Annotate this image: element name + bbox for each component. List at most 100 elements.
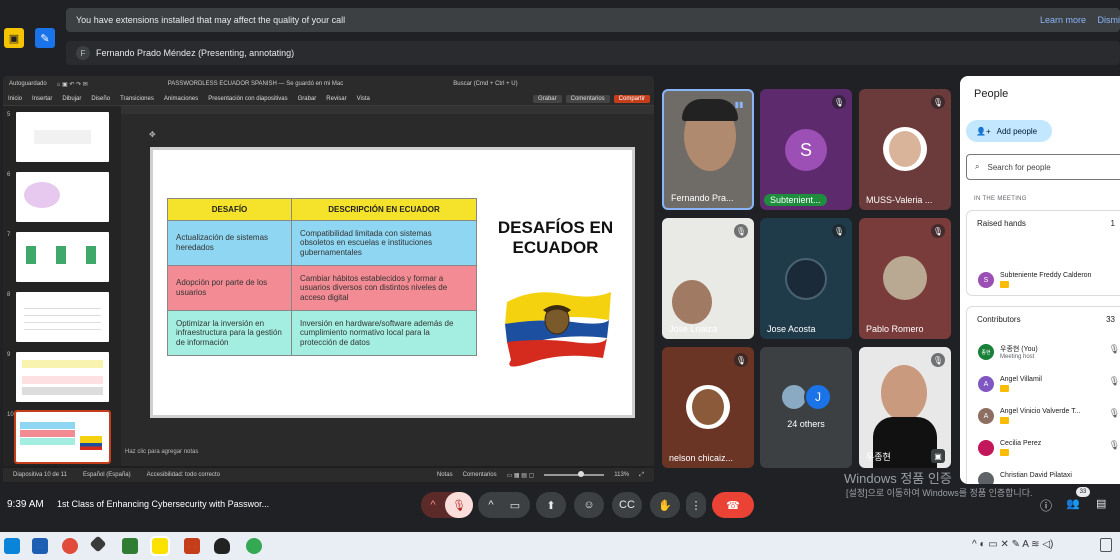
chat-icon[interactable]: ▤ [1096, 497, 1106, 510]
presenter-text: Fernando Prado Méndez (Presenting, annot… [96, 48, 295, 58]
learn-more-link[interactable]: Learn more [1040, 15, 1086, 25]
thumb-image [16, 232, 109, 282]
view-icons[interactable]: ▭ ▦ ▤ ▢ [507, 472, 535, 479]
pin-icon[interactable]: ▣ [931, 449, 945, 463]
tray-icons[interactable]: ^ ◐ ▭ ✕ ✎ A ≋ ◁) [972, 539, 1053, 550]
participant-tile[interactable]: 🎙 MUSS-Valeria ... [859, 89, 951, 210]
participant-avatar: J [804, 383, 832, 411]
thumbnail-slide[interactable]: 7 [3, 230, 121, 284]
mic-off-icon: 🎙 [832, 95, 846, 109]
notes-button[interactable]: Notas [437, 472, 453, 478]
participant-tile[interactable]: ▮▮ Fernando Pra... [662, 89, 754, 210]
ppt-search[interactable]: Buscar (Cmd + Ctrl + U) [453, 81, 517, 87]
camera-options-chevron-icon[interactable]: ^ [480, 499, 502, 511]
search-icon: ⌕ [975, 162, 980, 171]
chrome-canary-icon[interactable] [246, 538, 262, 554]
comments-button[interactable]: Comentarios [565, 94, 610, 103]
participant-tile[interactable]: S 🎙 Subtenient... [760, 89, 852, 210]
people-icon[interactable]: 👥 [1066, 497, 1080, 510]
info-icon[interactable]: ⓘ [1040, 497, 1052, 514]
presenter-avatar: F [76, 46, 90, 60]
participant-tile[interactable]: 🎙 Jose Loaiza [662, 218, 754, 339]
menu-grabar[interactable]: Grabar [298, 96, 317, 102]
slide-editor[interactable]: ✥ DESAFÍO DESCRIPCIÓN EN ECUADOR Actuali… [121, 106, 654, 466]
mic-options-chevron-icon[interactable]: ^ [421, 499, 445, 511]
fit-icon[interactable]: ⤢ [639, 472, 644, 479]
contributor-item[interactable]: A Angel Villamil 🎙 [978, 376, 1120, 394]
camera-button[interactable]: ▭ [502, 499, 528, 512]
reactions-button[interactable]: ☺ [574, 492, 604, 518]
thumbnail-slide[interactable]: 5 [3, 110, 121, 164]
comments-status-button[interactable]: Comentarios [463, 472, 497, 478]
menu-inicio[interactable]: Inicio [8, 96, 22, 102]
store-icon[interactable] [32, 538, 48, 554]
participant-tile[interactable]: 🎙 Pablo Romero [859, 218, 951, 339]
participant-name: Pablo Romero [866, 324, 924, 334]
mic-off-icon[interactable]: 🎙 [1109, 344, 1120, 355]
mic-off-icon[interactable]: 🎙 [1109, 408, 1120, 419]
menu-dibujar[interactable]: Dibujar [62, 96, 81, 102]
participant-avatar [785, 258, 827, 300]
language-status[interactable]: Español (España) [83, 472, 131, 478]
thumbnail-slide-selected[interactable]: 10 [3, 410, 121, 464]
zoom-slider[interactable] [544, 471, 605, 477]
menu-insertar[interactable]: Insertar [32, 96, 52, 102]
menu-transiciones[interactable]: Transiciones [120, 96, 154, 102]
notepad-icon[interactable] [122, 538, 138, 554]
mic-off-button[interactable]: 🎙 [445, 492, 473, 518]
linux-icon[interactable] [214, 538, 230, 554]
thumbnail-slide[interactable]: 6 [3, 170, 121, 224]
emoji-icon: ☺ [583, 499, 595, 511]
zoom-level[interactable]: 113% [614, 472, 629, 478]
slide[interactable]: DESAFÍO DESCRIPCIÓN EN ECUADOR Actualiza… [150, 147, 635, 418]
ruler [121, 106, 654, 114]
accessibility-status[interactable]: Accesibilidad: todo correcto [147, 472, 220, 478]
menu-diseno[interactable]: Diseño [91, 96, 110, 102]
record-button[interactable]: Grabar [532, 94, 562, 103]
table-cell: Cambiar hábitos establecidos y formar a … [291, 265, 477, 311]
end-call-button[interactable]: ☎ [712, 492, 754, 518]
participant-tile[interactable]: 🎙 nelson chicaiz... [662, 347, 754, 468]
participant-tile[interactable]: 🎙 우종현 ▣ [859, 347, 951, 468]
menu-vista[interactable]: Vista [357, 96, 370, 102]
contributor-item[interactable]: 종현 우종현 (You) Meeting host 🎙 [978, 344, 1120, 360]
edge-icon[interactable] [4, 538, 20, 554]
presenter-banner: F Fernando Prado Méndez (Presenting, ann… [66, 41, 1120, 65]
raise-hand-button[interactable]: ✋ [650, 492, 680, 518]
presentation-icon[interactable]: ▣ [4, 28, 24, 48]
edit-icon[interactable]: ✎ [35, 28, 55, 48]
thumb-number: 5 [7, 112, 11, 118]
participant-tile[interactable]: 🎙 Jose Acosta [760, 218, 852, 339]
others-tile[interactable]: J 24 others [760, 347, 852, 468]
present-button[interactable]: ⬆ [536, 492, 566, 518]
chrome-icon[interactable] [62, 538, 78, 554]
move-icon[interactable]: ✥ [149, 130, 156, 139]
powerpoint-icon[interactable] [184, 538, 200, 554]
menu-revisar[interactable]: Revisar [326, 96, 346, 102]
people-search-input[interactable]: ⌕ Search for people [966, 154, 1120, 180]
thumbnail-slide[interactable]: 9 [3, 350, 121, 404]
contributor-item[interactable]: Christian David Pilataxi [978, 472, 1120, 484]
mic-control: ^ 🎙 [421, 492, 473, 518]
contributor-item[interactable]: A Angel Vinicio Valverde T... 🎙 [978, 408, 1120, 426]
notes-field[interactable]: Haz clic para agregar notas [121, 449, 198, 455]
participant-photo [889, 131, 921, 167]
more-options-button[interactable]: ⋮ [686, 492, 706, 518]
mic-off-icon: 🎙 [832, 224, 846, 238]
notification-icon[interactable] [1100, 538, 1112, 552]
mic-off-icon[interactable]: 🎙 [1109, 440, 1120, 451]
thumbnail-slide[interactable]: 8 [3, 290, 121, 344]
raised-hand-person[interactable]: S Subteniente Freddy Calderon [978, 272, 1091, 290]
menu-animaciones[interactable]: Animaciones [164, 96, 198, 102]
app-icon[interactable] [89, 535, 107, 553]
menu-presentacion[interactable]: Presentación con diapositivas [208, 96, 287, 102]
captions-button[interactable]: CC [612, 492, 642, 518]
person-name: Angel Villamil [1000, 376, 1042, 383]
home-icon: ⌂ ▣ ↶ ↷ ✉ [56, 81, 88, 88]
mic-off-icon[interactable]: 🎙 [1109, 376, 1120, 387]
contributor-item[interactable]: Cecilia Perez 🎙 [978, 440, 1120, 458]
add-people-button[interactable]: 👤+ Add people [966, 120, 1052, 142]
share-button[interactable]: Compartir [613, 94, 650, 103]
kakaotalk-icon[interactable] [150, 536, 170, 556]
dismiss-button[interactable]: Dismi [1098, 15, 1120, 25]
